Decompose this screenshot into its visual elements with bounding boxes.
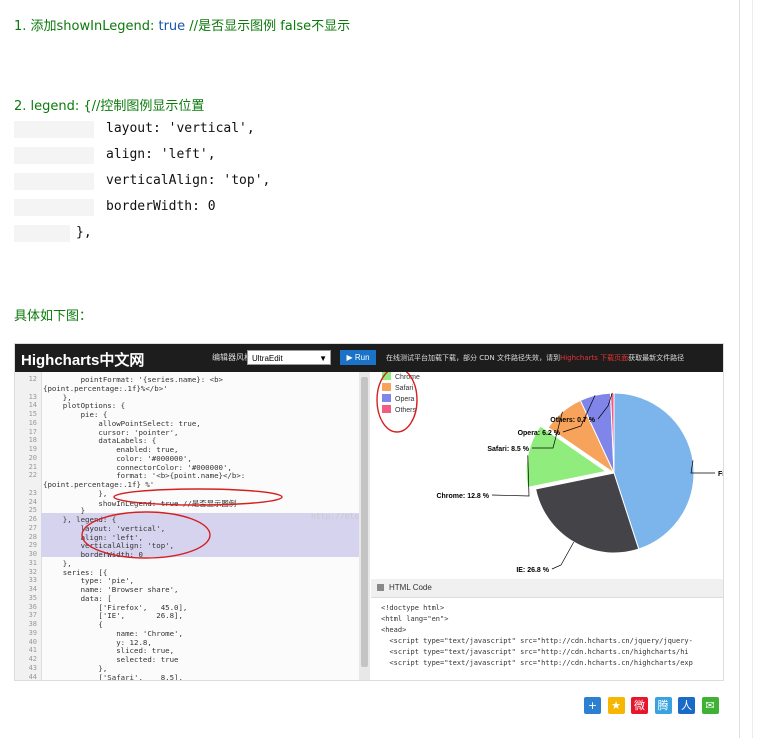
indent-block — [14, 225, 70, 242]
legend-item[interactable]: Opera — [395, 396, 415, 403]
chevron-down-icon: ▼ — [319, 354, 327, 363]
html-code-title: HTML Code — [389, 583, 432, 592]
pie-chart: Firef IE: 26.8 % Chrome: 12.8 % Safari: 8.5… — [376, 367, 723, 574]
connector-line — [690, 460, 715, 474]
cdn-notice: 在线测试平台加载下载，部分 CDN 文件路径失效，请到Highcharts 下载… — [386, 353, 684, 363]
editor-style-value: UltraEdit — [252, 354, 283, 363]
chart-pane: Firef IE: 26.8 % Chrome: 12.8 % Safari: 8.5… — [371, 367, 723, 576]
html-code-tab[interactable]: HTML Code — [371, 579, 723, 598]
figure-caption: 具体如下图： — [14, 309, 93, 324]
data-label: Safari: 8.5 % — [487, 446, 529, 453]
step1-text: 1. 添加showInLegend: — [14, 19, 159, 34]
legend-swatch[interactable] — [382, 383, 391, 391]
notice-text: 在线测试平台加载下载，部分 CDN 文件路径失效，请到 — [386, 354, 560, 362]
step1-keyword: true — [158, 19, 186, 34]
step1-comment: //是否显示图例 false不显示 — [185, 19, 351, 34]
indent-block — [14, 121, 94, 138]
legend-border-line: borderWidth: 0 — [106, 199, 216, 214]
legend-swatch[interactable] — [382, 405, 391, 413]
share-renren-icon[interactable]: 人 — [678, 697, 695, 714]
indent-block — [14, 199, 94, 216]
embedded-screenshot: Highcharts中文网 编辑器风格： UltraEdit ▼ ▶ Run 在线… — [14, 343, 724, 681]
legend-align-line: align: 'left', — [106, 147, 216, 162]
editor-scroll-thumb[interactable] — [361, 377, 368, 667]
highcharts-logo[interactable]: Highcharts中文网 — [21, 349, 144, 370]
page-divider — [739, 0, 740, 738]
editor-style-select[interactable]: UltraEdit ▼ — [247, 350, 331, 365]
connector-line — [551, 541, 575, 570]
data-label: Chrome: 12.8 % — [436, 493, 489, 500]
html-code-line: <script type="text/javascript" src="http… — [381, 659, 693, 667]
annotation-ellipse — [81, 511, 211, 559]
data-label: Firef — [718, 471, 723, 478]
legend-layout-line: layout: 'vertical', — [106, 121, 255, 136]
connector-line — [491, 455, 530, 497]
legend-item[interactable]: Safari — [395, 385, 414, 392]
code-editor[interactable]: 12 pointFormat: '{series.name}: <b> {poin… — [15, 372, 370, 680]
file-icon — [377, 584, 384, 591]
html-code-line: <script type="text/javascript" src="http… — [381, 648, 689, 656]
html-code-pane: HTML Code <!doctype html> <html lang="en… — [371, 579, 723, 680]
share-wechat-icon[interactable]: ✉ — [701, 697, 719, 714]
data-label: Opera: 6.2 % — [518, 430, 561, 437]
notice-text-end: 获取最新文件路径 — [628, 354, 685, 362]
indent-block — [14, 173, 94, 190]
annotation-ellipses — [81, 488, 283, 559]
share-tencent-icon[interactable]: 腾 — [654, 697, 672, 714]
page-scrollbar[interactable] — [752, 0, 753, 738]
legend-swatch[interactable] — [382, 394, 391, 402]
legend-close-line: }, — [76, 225, 92, 240]
article-step-1: 1. 添加showInLegend: true //是否显示图例 false不显… — [14, 15, 350, 34]
legend-valign-line: verticalAlign: 'top', — [106, 173, 271, 188]
data-label: Others: 0.7 % — [550, 417, 596, 424]
legend-item[interactable]: Others — [395, 407, 417, 414]
article-step-2: 2. legend: {//控制图例显示位置 — [14, 99, 205, 114]
html-code-line: <!doctype html> — [381, 604, 445, 612]
html-code-line: <html lang="en"> — [381, 615, 449, 623]
share-weibo-icon[interactable]: 微 — [631, 697, 648, 714]
annotation-ellipse — [113, 488, 283, 506]
html-code-line: <head> — [381, 626, 407, 634]
share-more-icon[interactable]: + — [584, 697, 601, 714]
run-button[interactable]: ▶ Run — [340, 350, 376, 365]
download-link[interactable]: Highcharts 下载页面 — [560, 354, 628, 362]
indent-block — [14, 147, 94, 164]
legend-item[interactable]: Chrome — [395, 374, 420, 381]
share-qzone-icon[interactable]: ★ — [607, 697, 625, 714]
html-code-line: <script type="text/javascript" src="http… — [381, 637, 693, 645]
highcharts-header: Highcharts中文网 编辑器风格： UltraEdit ▼ ▶ Run 在线… — [15, 344, 723, 372]
data-label: IE: 26.8 % — [516, 567, 549, 574]
